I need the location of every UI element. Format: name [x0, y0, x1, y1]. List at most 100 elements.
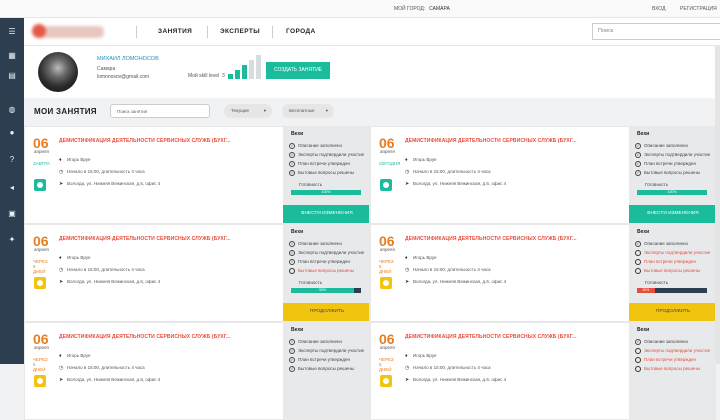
check-circle-icon: ✓	[289, 259, 295, 265]
briefcase-icon[interactable]: ▣	[0, 206, 24, 222]
milestone-label: Эксперты подтвердили участие	[644, 348, 711, 354]
skill-bar	[228, 74, 233, 79]
milestone-item: ✓ Описание заполнено	[635, 143, 688, 149]
chevron-down-icon: ▾	[263, 108, 266, 113]
profile-name[interactable]: МИХАИЛ ЛОМОНОСОВ	[97, 56, 159, 62]
address-text: Вологда, ул. Нижняя Вежинская, д.6, офис…	[413, 279, 507, 284]
menu-icon[interactable]: ☰	[0, 24, 24, 40]
continue-button[interactable]: ПРОДОЛЖИТЬ	[629, 303, 715, 321]
scrollbar[interactable]	[715, 46, 720, 364]
milestone-label: План встречи утвержден	[298, 357, 350, 363]
megaphone-icon[interactable]: ◂	[0, 180, 24, 196]
edit-lesson-button[interactable]: ВНЕСТИ ИЗМЕНЕНИЯ	[629, 205, 715, 223]
milestones-panel: Вехи ✓ Описание заполнено Эксперты подтвер…	[629, 225, 715, 321]
continue-button[interactable]: ПРОДОЛЖИТЬ	[283, 303, 369, 321]
create-lesson-button[interactable]: СОЗДАТЬ ЗАНЯТИЕ	[266, 62, 330, 79]
edit-lesson-button[interactable]: ВНЕСТИ ИЗМЕНЕНИЯ	[283, 205, 369, 223]
event-time: ◷ Начало в 15:00, длительность 4 часа	[405, 365, 491, 371]
price-filter-value: Бесплатные	[289, 108, 315, 113]
city-selector[interactable]: МОЙ ГОРОД: САМАРА	[394, 6, 450, 12]
mic-icon: ♦	[405, 157, 408, 163]
milestone-label: Описание заполнено	[644, 339, 688, 345]
nav-item-experts[interactable]: ЭКСПЕРТЫ	[220, 28, 260, 35]
mic-icon: ♦	[59, 353, 62, 359]
milestone-item: ✓ Описание заполнено	[635, 241, 688, 247]
milestone-label: Эксперты подтвердили участие	[644, 250, 711, 256]
nav-item-cities[interactable]: ГОРОДА	[286, 28, 316, 35]
expert-name[interactable]: Игорь Вруе	[67, 157, 91, 162]
team-icon[interactable]: ✦	[0, 232, 24, 248]
event-title[interactable]: ДЕМИСТИФИКАЦИЯ ДЕЯТЕЛЬНОСТИ СЕРВИСНЫХ СЛ…	[405, 236, 577, 242]
search-input[interactable]: Поиск⌕	[592, 23, 720, 40]
readiness-progress: 100%	[291, 190, 361, 195]
milestone-item: Бытовые вопросы решены	[635, 268, 700, 274]
check-circle-icon: ✓	[289, 366, 295, 372]
skill-bars	[228, 55, 268, 79]
location-arrow-icon: ➤	[59, 181, 64, 187]
lesson-card[interactable]: 06 апреля через 5 дней ДЕМИСТИФИКАЦИЯ ДЕ…	[24, 322, 370, 420]
lesson-card[interactable]: 06 апреля через 5 дней ДЕМИСТИФИКАЦИЯ ДЕ…	[370, 322, 716, 420]
time-text: Начало в 15:00, длительность 4 часа	[67, 267, 145, 272]
home-icon[interactable]: ▦	[0, 48, 24, 64]
milestone-label: План встречи утвержден	[298, 259, 350, 265]
skill-bar	[235, 70, 240, 79]
milestone-label: План встречи утвержден	[644, 259, 696, 265]
globe-icon[interactable]: ◍	[0, 102, 24, 118]
milestone-item: Эксперты подтвердили участие	[635, 348, 710, 354]
login-link[interactable]: ВХОД	[652, 6, 665, 12]
milestone-label: Эксперты подтвердили участие	[298, 348, 365, 354]
expert-name[interactable]: Игорь Вруе	[67, 353, 91, 358]
event-title[interactable]: ДЕМИСТИФИКАЦИЯ ДЕЯТЕЛЬНОСТИ СЕРВИСНЫХ СЛ…	[59, 138, 231, 144]
event-title[interactable]: ДЕМИСТИФИКАЦИЯ ДЕЯТЕЛЬНОСТИ СЕРВИСНЫХ СЛ…	[405, 334, 577, 340]
event-address: ➤ Вологда, ул. Нижняя Вежинская, д.6, офи…	[59, 377, 160, 383]
lesson-search-input[interactable]: Поиск занятия	[110, 104, 210, 118]
event-title[interactable]: ДЕМИСТИФИКАЦИЯ ДЕЯТЕЛЬНОСТИ СЕРВИСНЫХ СЛ…	[59, 334, 231, 340]
event-when: сегодня	[379, 161, 401, 166]
milestone-item: ✓ Описание заполнено	[289, 241, 342, 247]
milestone-label: Бытовые вопросы решены	[644, 170, 700, 176]
event-time: ◷ Начало в 15:00, длительность 4 часа	[405, 267, 491, 273]
question-icon[interactable]: ?	[0, 152, 24, 168]
event-title[interactable]: ДЕМИСТИФИКАЦИЯ ДЕЯТЕЛЬНОСТИ СЕРВИСНЫХ СЛ…	[405, 138, 577, 144]
register-link[interactable]: РЕГИСТРАЦИЯ	[680, 6, 717, 12]
price-filter-select[interactable]: Бесплатные ▾	[282, 104, 334, 118]
status-badge-icon	[34, 277, 46, 289]
milestone-label: Эксперты подтвердили участие	[298, 152, 365, 158]
readiness-label: Готовность	[645, 280, 669, 285]
lesson-card[interactable]: 06 апреля сегодня ДЕМИСТИФИКАЦИЯ ДЕЯТЕЛЬ…	[370, 126, 716, 224]
milestone-item: ✓ Эксперты подтвердили участие	[635, 152, 710, 158]
clock-icon: ◷	[59, 169, 64, 175]
event-expert: ♦ Игорь Вруе	[405, 255, 437, 261]
event-month: апреля	[380, 247, 395, 252]
check-circle-icon: ✓	[289, 348, 295, 354]
sidebar: ☰ ▦ ▤ ◍ ● ? ◂ ▣ ✦	[0, 18, 24, 364]
lesson-card[interactable]: 06 апреля через 5 дней ДЕМИСТИФИКАЦИЯ ДЕ…	[370, 224, 716, 322]
city-value[interactable]: САМАРА	[429, 6, 450, 12]
event-time: ◷ Начало в 15:00, длительность 4 часа	[59, 267, 145, 273]
event-expert: ♦ Игорь Вруе	[405, 353, 437, 359]
expert-name[interactable]: Игорь Вруе	[413, 353, 437, 358]
lesson-card[interactable]: 06 апреля завтра ДЕМИСТИФИКАЦИЯ ДЕЯТЕЛЬН…	[24, 126, 370, 224]
event-month: апреля	[34, 247, 49, 252]
event-title[interactable]: ДЕМИСТИФИКАЦИЯ ДЕЯТЕЛЬНОСТИ СЕРВИСНЫХ СЛ…	[59, 236, 231, 242]
expert-name[interactable]: Игорь Вруе	[413, 255, 437, 260]
users-icon[interactable]: ●	[0, 125, 24, 141]
readiness-progress-fill: 90%	[291, 288, 354, 293]
calendar-icon[interactable]: ▤	[0, 68, 24, 84]
check-circle-icon: ✓	[289, 152, 295, 158]
expert-name[interactable]: Игорь Вруе	[67, 255, 91, 260]
status-filter-select[interactable]: Текущие ▾	[224, 104, 272, 118]
event-address: ➤ Вологда, ул. Нижняя Вежинская, д.6, офи…	[405, 377, 506, 383]
card-info: 06 апреля сегодня ДЕМИСТИФИКАЦИЯ ДЕЯТЕЛЬ…	[371, 127, 629, 223]
nav-divider	[272, 26, 273, 38]
lesson-card[interactable]: 06 апреля через 5 дней ДЕМИСТИФИКАЦИЯ ДЕ…	[24, 224, 370, 322]
milestone-label: План встречи утвержден	[298, 161, 350, 167]
expert-name[interactable]: Игорь Вруе	[413, 157, 437, 162]
nav-item-lessons[interactable]: ЗАНЯТИЯ	[158, 28, 192, 35]
logo[interactable]	[32, 24, 104, 38]
mic-icon: ♦	[59, 255, 62, 261]
skill-label: Мой skill level	[188, 73, 220, 79]
milestone-item: ✓ Эксперты подтвердили участие	[289, 348, 364, 354]
status-badge-icon	[34, 179, 46, 191]
event-expert: ♦ Игорь Вруе	[59, 255, 91, 261]
